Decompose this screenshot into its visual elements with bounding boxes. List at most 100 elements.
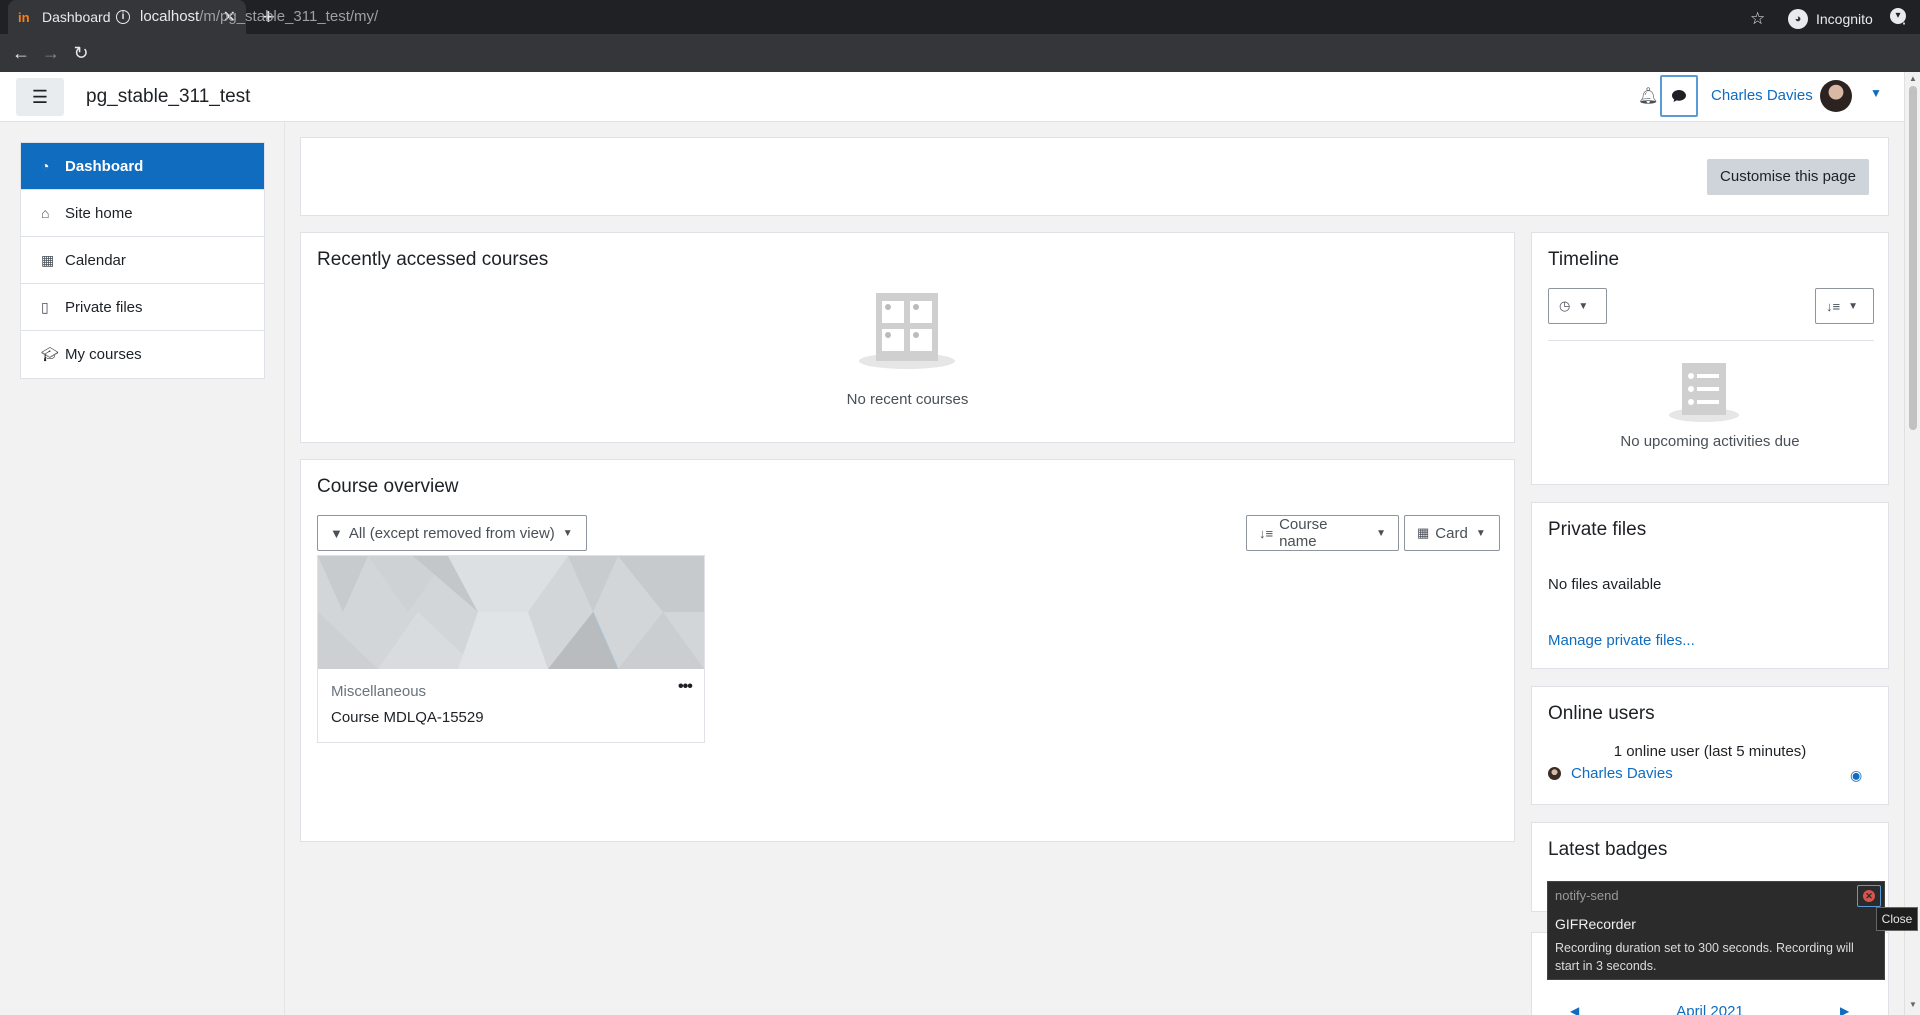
- timeline-block: Timeline ◷ ▼ ↓≡ ▼ No upcoming activities…: [1531, 232, 1889, 485]
- browser-toolbar: ← → ↻: [0, 34, 1920, 72]
- empty-timeline-text: No upcoming activities due: [1620, 433, 1800, 450]
- nav-item-label: My courses: [65, 346, 142, 363]
- back-icon[interactable]: ←: [6, 43, 36, 64]
- calendar-month-link[interactable]: April 2021: [1532, 1003, 1888, 1015]
- nav-item-dashboard[interactable]: ◔ Dashboard: [21, 143, 264, 190]
- online-users-summary: 1 online user (last 5 minutes): [1613, 743, 1807, 760]
- course-pattern-image: [318, 556, 704, 669]
- chevron-down-icon: ▼: [1475, 527, 1486, 539]
- recent-courses-block: Recently accessed courses No recent cour…: [300, 232, 1515, 443]
- filter-icon: ▼: [330, 525, 343, 541]
- eye-icon[interactable]: ◉: [1850, 767, 1862, 784]
- notification-app-name: notify-send: [1555, 888, 1619, 903]
- view-label: Card: [1435, 524, 1468, 542]
- chevron-down-icon: ▼: [1848, 300, 1858, 312]
- calendar-icon: ▦: [41, 251, 55, 268]
- empty-recent-text: No recent courses: [846, 391, 969, 408]
- block-title: Latest badges: [1548, 839, 1668, 860]
- nav-item-calendar[interactable]: ▦ Calendar: [21, 237, 264, 284]
- activities-placeholder-icon: [1669, 363, 1739, 422]
- customise-page-button[interactable]: Customise this page: [1707, 159, 1869, 195]
- nav-item-private-files[interactable]: ▯ Private files: [21, 284, 264, 331]
- user-menu-name[interactable]: Charles Davies: [1711, 87, 1813, 104]
- nav-item-site-home[interactable]: ⌂ Site home: [21, 190, 264, 237]
- graduation-cap-icon: 🎓︎: [41, 346, 59, 362]
- scrollbar-thumb[interactable]: [1909, 86, 1917, 430]
- more-options-icon[interactable]: •••: [678, 678, 693, 696]
- incognito-icon: ◕: [1788, 9, 1808, 29]
- url-host: localhost: [140, 8, 200, 25]
- chevron-down-icon: ▼: [562, 527, 573, 539]
- nav-item-label: Dashboard: [65, 157, 144, 175]
- sort-icon: ↓≡: [1826, 298, 1841, 314]
- page-scrollbar[interactable]: ▲ ▼: [1904, 72, 1920, 1015]
- desktop-notification: notify-send ✕ GIFRecorder Recording dura…: [1547, 881, 1885, 980]
- nav-drawer: ◔ Dashboard ⌂ Site home ▦ Calendar ▯ Pri…: [0, 122, 285, 1015]
- chevron-down-icon: ▼: [1578, 300, 1589, 312]
- incognito-label: Incognito: [1816, 11, 1873, 27]
- site-navbar: ☰ pg_stable_311_test 🔔︎ Charles Davies ▼: [0, 72, 1904, 122]
- nav-item-label: Calendar: [65, 251, 126, 269]
- close-icon: ✕: [1863, 890, 1875, 902]
- course-category: Miscellaneous: [331, 683, 427, 700]
- site-name[interactable]: pg_stable_311_test: [86, 86, 250, 108]
- grid-icon: ▦: [1417, 525, 1430, 540]
- sort-icon: ↓≡: [1259, 525, 1274, 541]
- sort-label: Course name: [1279, 516, 1328, 550]
- browser-menu-icon[interactable]: ⋮: [1896, 8, 1912, 28]
- chevron-down-icon: ▼: [1376, 527, 1386, 539]
- avatar[interactable]: [1820, 80, 1852, 112]
- home-icon: ⌂: [41, 205, 50, 221]
- scroll-up-icon[interactable]: ▲: [1909, 74, 1917, 83]
- online-users-block: Online users 1 online user (last 5 minut…: [1531, 686, 1889, 805]
- online-user-link[interactable]: Charles Davies: [1571, 765, 1673, 782]
- nav-item-label: Private files: [65, 298, 143, 316]
- address-bar[interactable]: i localhost/m/pg_stable_311_test/my/: [116, 8, 378, 25]
- course-card[interactable]: Miscellaneous ••• Course MDLQA-15529: [317, 555, 705, 743]
- no-files-text: No files available: [1548, 576, 1662, 593]
- divider: [1548, 340, 1874, 341]
- course-sort-dropdown[interactable]: ↓≡ Course name ▼: [1246, 515, 1399, 551]
- file-icon: ▯: [41, 298, 49, 315]
- moodle-favicon-icon: in: [18, 9, 30, 25]
- close-tooltip: Close: [1876, 907, 1918, 931]
- avatar: [1548, 767, 1561, 780]
- messages-button[interactable]: [1660, 75, 1698, 117]
- timeline-day-filter-dropdown[interactable]: ◷ ▼: [1548, 288, 1607, 324]
- nav-item-my-courses[interactable]: 🎓︎ My courses: [21, 331, 264, 378]
- chevron-down-icon[interactable]: ▼: [1870, 86, 1882, 100]
- block-title: Course overview: [317, 476, 459, 497]
- notification-summary: GIFRecorder: [1555, 916, 1636, 932]
- private-files-block: Private files No files available Manage …: [1531, 502, 1889, 669]
- course-filter-dropdown[interactable]: ▼ All (except removed from view) ▼: [317, 515, 587, 551]
- block-title: Private files: [1548, 519, 1647, 540]
- block-title: Online users: [1548, 703, 1655, 724]
- incognito-indicator[interactable]: ◕ Incognito: [1788, 9, 1873, 29]
- course-name-link[interactable]: Course MDLQA-15529: [331, 709, 484, 726]
- drawer-toggle-button[interactable]: ☰: [16, 78, 64, 116]
- bookmark-star-icon[interactable]: ☆: [1750, 9, 1765, 29]
- course-view-dropdown[interactable]: ▦ Card ▼: [1404, 515, 1500, 551]
- dashboard-icon: ◔: [41, 158, 50, 174]
- page-header-card: Customise this page: [300, 137, 1889, 216]
- block-title: Recently accessed courses: [317, 249, 549, 270]
- course-image[interactable]: [318, 556, 704, 669]
- info-icon[interactable]: i: [116, 9, 130, 24]
- notification-close-button[interactable]: ✕: [1857, 885, 1881, 907]
- scroll-down-icon[interactable]: ▼: [1909, 1000, 1917, 1009]
- forward-icon[interactable]: →: [36, 43, 66, 64]
- nav-list: ◔ Dashboard ⌂ Site home ▦ Calendar ▯ Pri…: [20, 142, 265, 379]
- block-title: Timeline: [1548, 249, 1620, 270]
- next-month-icon[interactable]: ▶: [1840, 1004, 1849, 1015]
- url-path: /m/pg_stable_311_test/my/: [199, 8, 379, 25]
- filter-label: All (except removed from view): [348, 524, 555, 542]
- courses-placeholder-icon: [859, 293, 955, 369]
- timeline-sort-dropdown[interactable]: ↓≡ ▼: [1815, 288, 1874, 324]
- message-bubble-icon: [1672, 90, 1686, 103]
- manage-private-files-link[interactable]: Manage private files...: [1548, 632, 1695, 649]
- reload-icon[interactable]: ↻: [66, 43, 96, 64]
- clock-icon: ◷: [1559, 298, 1571, 313]
- notifications-bell-icon[interactable]: 🔔︎: [1638, 86, 1658, 106]
- notification-body: Recording duration set to 300 seconds. R…: [1555, 941, 1854, 973]
- nav-item-label: Site home: [65, 204, 133, 222]
